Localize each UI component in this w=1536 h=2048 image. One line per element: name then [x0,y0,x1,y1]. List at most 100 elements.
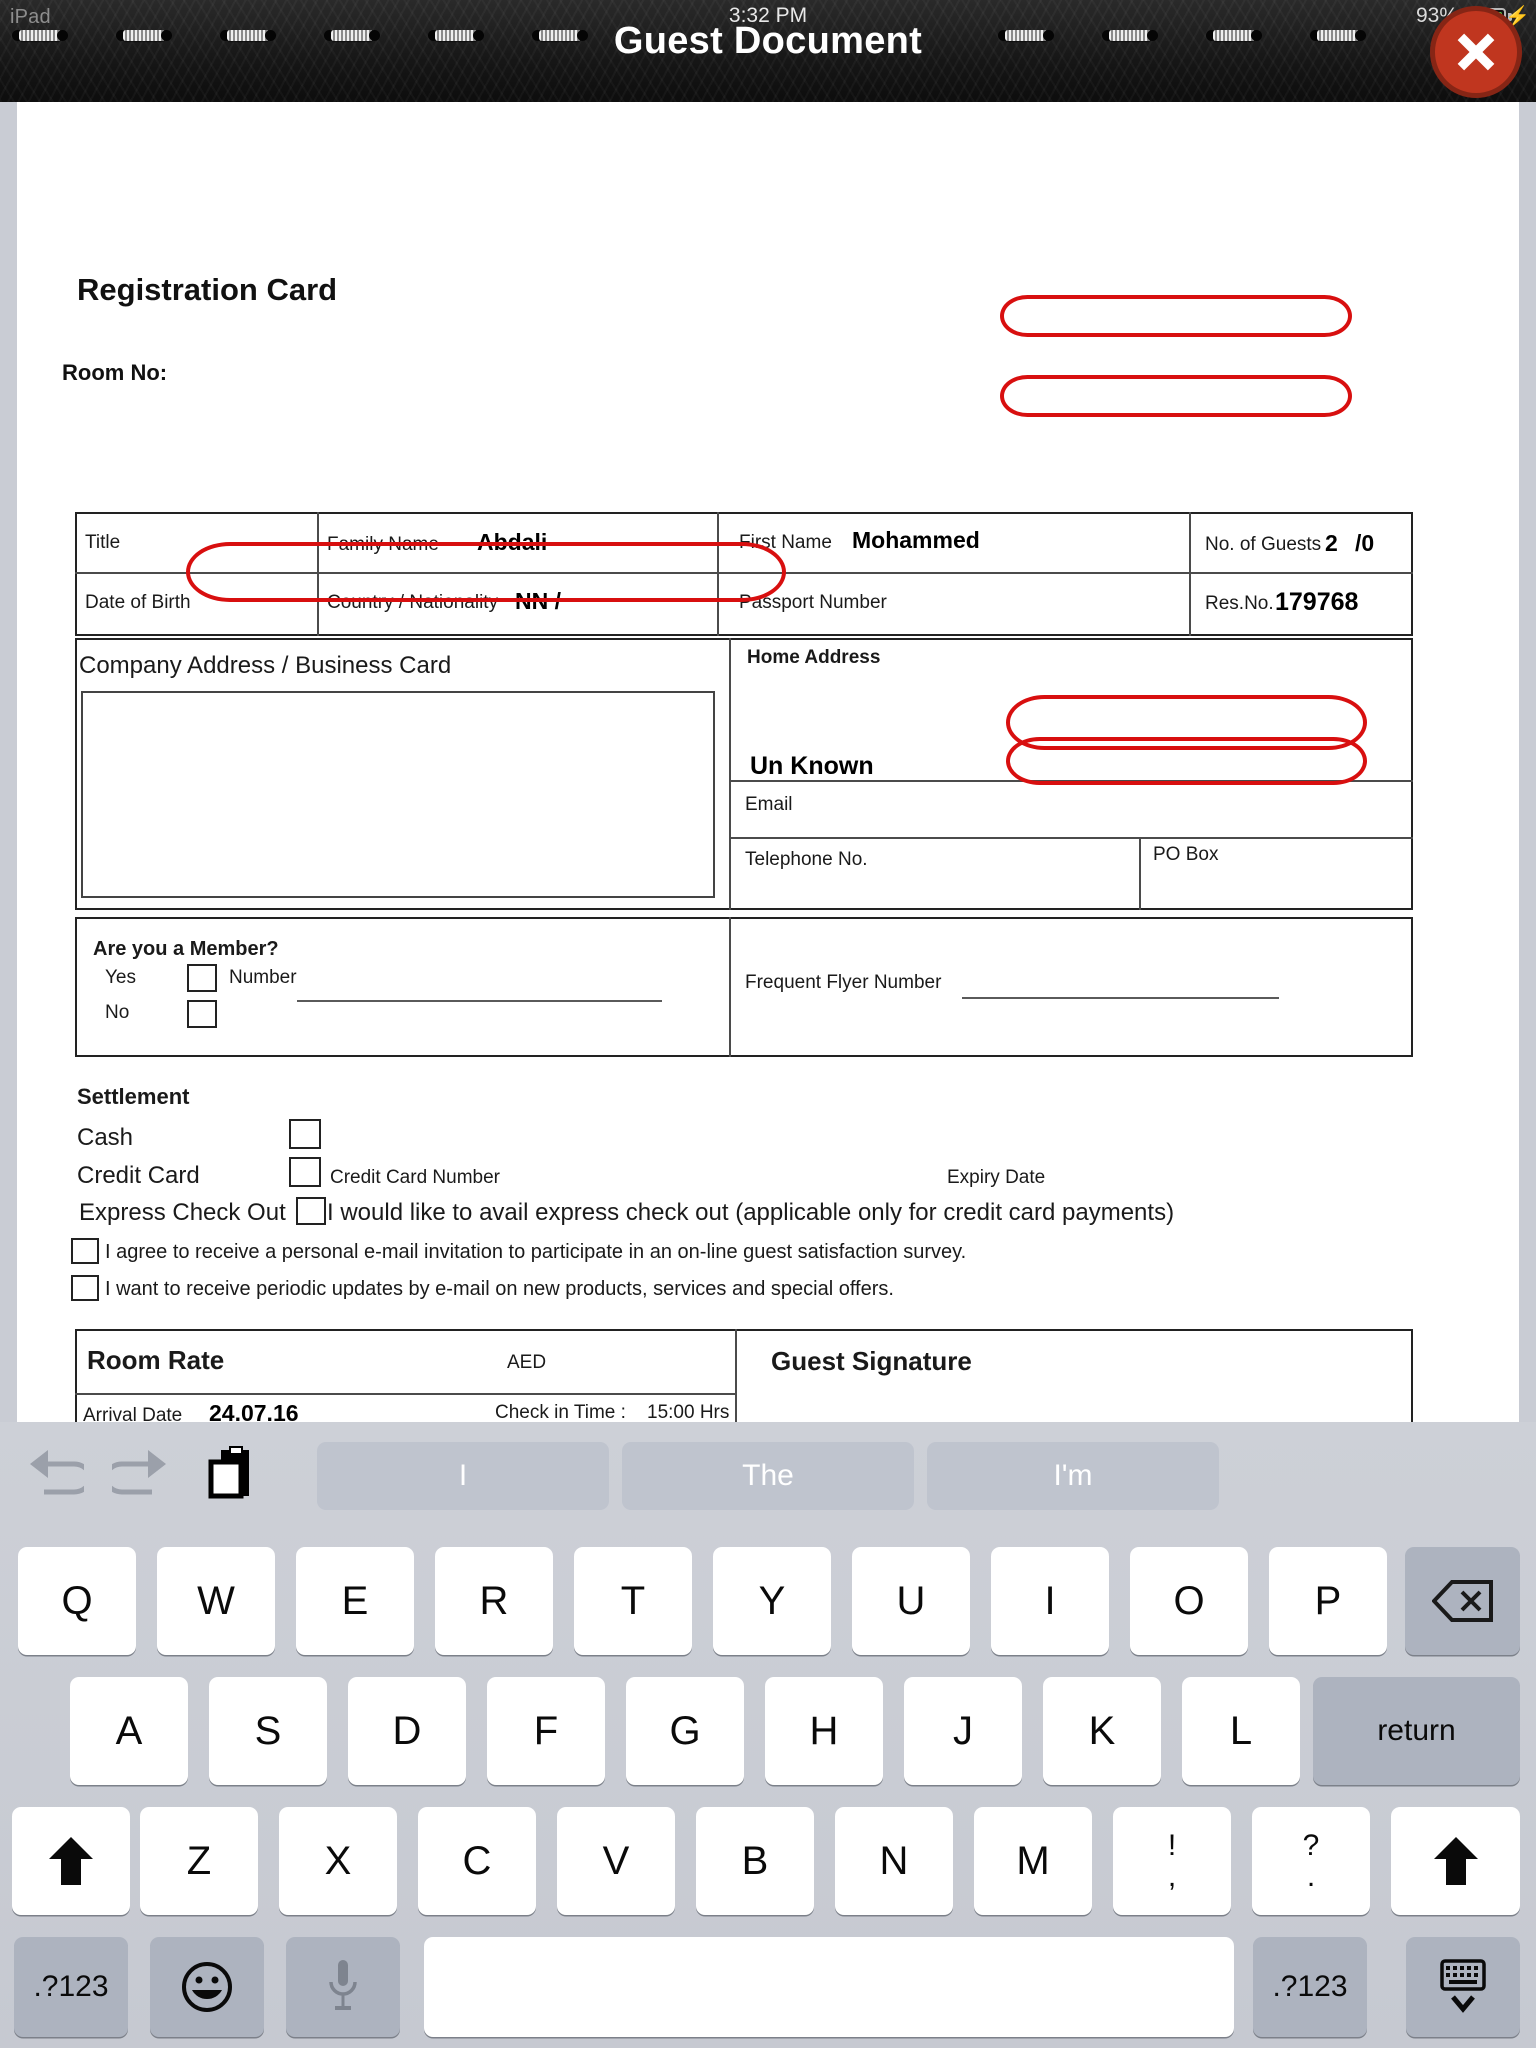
guest-details-table [75,512,1413,636]
binder-ring-icon [220,28,276,44]
key-z[interactable]: Z [140,1807,258,1915]
first-name-value: Mohammed [852,527,980,553]
paste-icon[interactable] [205,1442,261,1515]
family-name-label: Family Name [327,534,439,555]
telephone-label: Telephone No. [745,849,868,870]
annotation-ellipse-second [1000,375,1352,417]
credit-card-checkbox[interactable] [289,1157,321,1187]
key-q[interactable]: Q [18,1547,136,1655]
key-w[interactable]: W [157,1547,275,1655]
shift-arrow-icon [1433,1837,1478,1885]
prediction-key-3[interactable]: I'm [927,1442,1219,1510]
hide-keyboard-key[interactable] [1406,1937,1520,2037]
shift-left-key[interactable] [12,1807,130,1915]
no-of-guests-secondary: /0 [1355,530,1375,556]
key-exclaim-label: ! [1167,1828,1177,1862]
key-exclaim-comma[interactable]: ! , [1113,1807,1231,1915]
space-key[interactable] [424,1937,1234,2037]
binder-ring-icon [1102,28,1158,44]
key-a[interactable]: A [70,1677,188,1785]
key-x[interactable]: X [279,1807,397,1915]
binder-ring-icon [998,28,1054,44]
prediction-key-2[interactable]: The [622,1442,914,1510]
key-h[interactable]: H [765,1677,883,1785]
key-u[interactable]: U [852,1547,970,1655]
key-t[interactable]: T [574,1547,692,1655]
key-i[interactable]: I [991,1547,1109,1655]
key-v[interactable]: V [557,1807,675,1915]
prediction-bar: I The I'm [0,1422,1536,1530]
key-b[interactable]: B [696,1807,814,1915]
frequent-flyer-label: Frequent Flyer Number [745,972,942,993]
guest-document-sheet[interactable]: Registration Card Room No: Title Family … [17,102,1519,1422]
return-key[interactable]: return [1313,1677,1520,1785]
key-p[interactable]: P [1269,1547,1387,1655]
home-address-label: Home Address [747,647,881,668]
room-rate-label: Room Rate [87,1345,225,1375]
binder-ring-icon [532,28,588,44]
key-r[interactable]: R [435,1547,553,1655]
title-field-label: Title [85,532,121,553]
key-d[interactable]: D [348,1677,466,1785]
key-n[interactable]: N [835,1807,953,1915]
redo-icon[interactable] [103,1442,174,1515]
express-checkout-text: I would like to avail express check out … [327,1199,1175,1226]
binder-ring-icon [1206,28,1262,44]
country-nationality-label: Country / Nationality [327,592,499,613]
arrival-date-label: Arrival Date [83,1405,183,1422]
updates-consent-checkbox[interactable] [71,1275,99,1301]
key-l[interactable]: L [1182,1677,1300,1785]
room-no-label: Room No: [62,360,168,385]
key-g[interactable]: G [626,1677,744,1785]
key-c[interactable]: C [418,1807,536,1915]
undo-icon[interactable] [22,1442,93,1515]
annotation-ellipse-top [1000,295,1352,337]
cash-checkbox[interactable] [289,1119,321,1149]
key-o[interactable]: O [1130,1547,1248,1655]
member-no-label: No [105,1002,130,1023]
onscreen-keyboard[interactable]: I The I'm Q W E R T Y U I O P A S D F G … [0,1422,1536,2048]
key-k[interactable]: K [1043,1677,1161,1785]
date-of-birth-label: Date of Birth [85,592,191,613]
company-address-input[interactable] [81,691,715,898]
key-question-period[interactable]: ? . [1252,1807,1370,1915]
key-f[interactable]: F [487,1677,605,1785]
updates-consent-text: I want to receive periodic updates by e-… [105,1278,894,1300]
key-s[interactable]: S [209,1677,327,1785]
binder-ring-icon [116,28,172,44]
prediction-key-1[interactable]: I [317,1442,609,1510]
dictation-key[interactable] [286,1937,400,2037]
key-period-label: . [1306,1860,1316,1893]
binder-ring-icon [324,28,380,44]
key-m[interactable]: M [974,1807,1092,1915]
backspace-key[interactable] [1405,1547,1520,1655]
numeric-right-key[interactable]: .?123 [1253,1937,1367,2037]
checkin-time-value: 15:00 Hrs [647,1402,730,1422]
key-y[interactable]: Y [713,1547,831,1655]
family-name-value: Abdali [477,529,548,555]
hide-keyboard-icon [1440,1959,1486,2013]
checkin-time-label: Check in Time : [495,1402,626,1422]
key-e[interactable]: E [296,1547,414,1655]
country-nationality-value: NN / [515,588,561,614]
home-address-value: Un Known [750,752,874,780]
res-no-value: 179768 [1275,588,1359,616]
emoji-key[interactable] [150,1937,264,2037]
numeric-left-key[interactable]: .?123 [14,1937,128,2037]
shift-right-key[interactable] [1391,1807,1520,1915]
member-question: Are you a Member? [93,938,279,960]
key-j[interactable]: J [904,1677,1022,1785]
close-x-icon [1457,33,1495,71]
survey-consent-checkbox[interactable] [71,1238,99,1264]
member-yes-label: Yes [105,967,136,988]
no-of-guests-value: 2 [1325,530,1338,556]
member-no-checkbox[interactable] [187,1000,217,1028]
ipad-screen: iPad 3:32 PM Guest Document 93% ⚡ Regist… [0,0,1536,2048]
key-comma-label: , [1167,1860,1177,1893]
express-checkout-checkbox[interactable] [296,1197,326,1225]
member-yes-checkbox[interactable] [187,964,217,992]
binder-ring-icon [12,28,68,44]
po-box-label: PO Box [1153,844,1219,865]
close-button[interactable] [1430,6,1522,98]
backspace-icon [1431,1580,1493,1622]
